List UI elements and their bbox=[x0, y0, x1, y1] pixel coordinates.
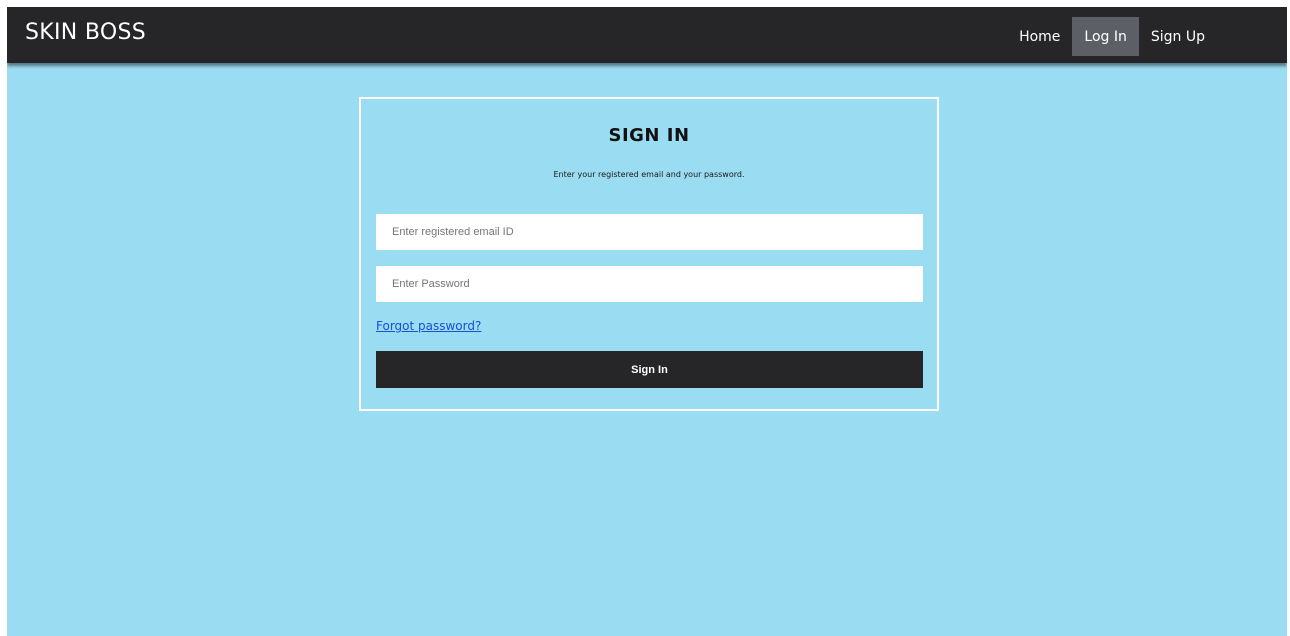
nav-home-link[interactable]: Home bbox=[1007, 17, 1072, 56]
forgot-password-link[interactable]: Forgot password? bbox=[376, 319, 481, 333]
brand-logo[interactable]: SKIN BOSS bbox=[25, 20, 146, 45]
nav-signup-link[interactable]: Sign Up bbox=[1139, 17, 1217, 56]
signin-subtitle: Enter your registered email and your pas… bbox=[553, 170, 745, 179]
page-frame: SKIN BOSS Home Log In Sign Up SIGN IN En… bbox=[7, 7, 1287, 636]
top-navbar: SKIN BOSS Home Log In Sign Up bbox=[7, 7, 1287, 63]
signin-card: SIGN IN Enter your registered email and … bbox=[359, 97, 939, 411]
signin-button[interactable]: Sign In bbox=[376, 351, 923, 388]
email-field[interactable] bbox=[376, 214, 923, 250]
nav-links: Home Log In Sign Up bbox=[1007, 17, 1217, 56]
password-field[interactable] bbox=[376, 266, 923, 302]
nav-login-link[interactable]: Log In bbox=[1072, 17, 1139, 56]
signin-title: SIGN IN bbox=[608, 125, 690, 146]
